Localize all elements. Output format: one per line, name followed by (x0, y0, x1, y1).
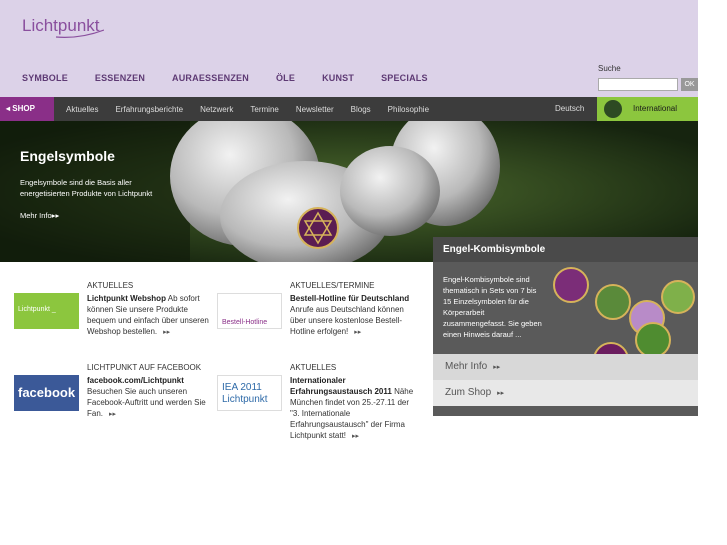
nav-kunst[interactable]: KUNST (322, 73, 354, 83)
subnav-newsletter[interactable]: Newsletter (296, 105, 334, 114)
subnav-erfahrungsberichte[interactable]: Erfahrungsberichte (115, 105, 183, 114)
symbol-spiral-icon (661, 280, 695, 314)
side-title: Engel-Kombisymbole (433, 237, 698, 262)
language-deutsch[interactable]: Deutsch (555, 97, 584, 121)
iea-image[interactable]: IEA 2011 Lichtpunkt (217, 375, 282, 411)
side-bottom-bar (433, 406, 698, 416)
double-arrow-icon: ▸▸ (497, 390, 505, 397)
store-image[interactable]: Lichtpunkt _ STORE (14, 293, 79, 329)
news-head: LICHTPUNKT AUF FACEBOOK (87, 363, 202, 372)
logo-swoosh-icon (56, 29, 104, 38)
international-button[interactable]: International (597, 97, 698, 121)
hotline-image[interactable]: Bestell-Hotline (217, 293, 282, 329)
news-head: AKTUELLES (87, 281, 134, 290)
international-label: International (633, 104, 678, 113)
side-panel: Engel-Kombisymbole Engel-Kombisymbole si… (433, 237, 698, 417)
double-arrow-icon: ▸▸ (51, 211, 60, 220)
symbol-leaf-icon (595, 284, 631, 320)
nav-specials[interactable]: SPECIALS (381, 73, 428, 83)
facebook-image-label: facebook (18, 385, 76, 400)
header: Lichtpunkt SYMBOLE ESSENZEN AURAESSENZEN… (0, 0, 698, 97)
news-title[interactable]: facebook.com/Lichtpunkt (87, 375, 217, 386)
news-title[interactable]: Lichtpunkt Webshop (87, 294, 166, 303)
hotline-image-label: Bestell-Hotline (222, 319, 268, 326)
news-title[interactable]: Internationaler Erfahrungsaustausch 2011 (290, 376, 392, 396)
subnav-termine[interactable]: Termine (250, 105, 278, 114)
news-body: facebook.com/Lichtpunkt Besuchen Sie auch… (87, 375, 217, 420)
shop-tab[interactable]: ◂ SHOP (0, 97, 54, 121)
shop-label: SHOP (12, 104, 35, 113)
side-more-link[interactable]: Mehr Info ▸▸ (433, 354, 698, 380)
subnav-philosophie[interactable]: Philosophie (388, 105, 429, 114)
double-arrow-icon: ▸▸ (493, 364, 501, 371)
store-image-label: Lichtpunkt _ STORE (18, 306, 56, 313)
news-head: AKTUELLES (290, 363, 337, 372)
hero-title: Engelsymbole (20, 148, 115, 164)
side-shop-link[interactable]: Zum Shop ▸▸ (433, 380, 698, 406)
hero-more-link[interactable]: Mehr Info▸▸ (20, 211, 59, 220)
news-text: Anrufe aus Deutschland können über unser… (290, 305, 404, 336)
side-shop-label: Zum Shop (445, 387, 492, 398)
facebook-image[interactable]: facebook (14, 375, 79, 411)
sub-nav: ◂ SHOP Aktuelles Erfahrungsberichte Netz… (0, 97, 698, 121)
news-title[interactable]: Bestell-Hotline für Deutschland (290, 293, 420, 304)
symbol-lips-icon (553, 267, 589, 303)
double-arrow-icon[interactable]: ▸▸ (354, 329, 361, 336)
nav-symbole[interactable]: SYMBOLE (22, 73, 68, 83)
search-label: Suche (598, 64, 621, 73)
main-nav: SYMBOLE ESSENZEN AURAESSENZEN ÖLE KUNST … (22, 73, 455, 83)
subnav-netzwerk[interactable]: Netzwerk (200, 105, 233, 114)
hero-text: Engelsymbole sind die Basis aller energe… (20, 178, 153, 198)
news-item: LICHTPUNKT AUF FACEBOOK facebook faceboo… (14, 363, 214, 418)
globe-icon (604, 100, 622, 118)
subnav-aktuelles[interactable]: Aktuelles (66, 105, 98, 114)
double-arrow-icon[interactable]: ▸▸ (163, 329, 170, 336)
double-arrow-icon[interactable]: ▸▸ (109, 411, 116, 418)
symbol-curl-icon (635, 322, 671, 358)
search-button[interactable]: OK (681, 78, 698, 91)
news-item: AKTUELLES IEA 2011 Lichtpunkt Internatio… (217, 363, 417, 440)
side-body: Engel-Kombisymbole sind thematisch in Se… (433, 262, 698, 378)
double-arrow-icon[interactable]: ▸▸ (352, 433, 359, 440)
news-body: Bestell-Hotline für Deutschland Anrufe au… (290, 293, 420, 338)
nav-oele[interactable]: ÖLE (276, 73, 295, 83)
side-more-label: Mehr Info (445, 361, 488, 372)
nav-auraessenzen[interactable]: AURAESSENZEN (172, 73, 249, 83)
hero-more-label: Mehr Info (20, 211, 52, 220)
news-text: Besuchen Sie auch unseren Facebook-Auftr… (87, 387, 206, 418)
news-item: AKTUELLES/TERMINE Bestell-Hotline Bestel… (217, 281, 417, 336)
news-body: Internationaler Erfahrungsaustausch 2011… (290, 375, 420, 442)
iea-image-label: IEA 2011 Lichtpunkt (222, 382, 268, 405)
nav-essenzen[interactable]: ESSENZEN (95, 73, 145, 83)
search-input[interactable] (598, 78, 678, 91)
news-item: AKTUELLES Lichtpunkt _ STORE Lichtpunkt … (14, 281, 214, 336)
news-head: AKTUELLES/TERMINE (290, 281, 375, 290)
side-text: Engel-Kombisymbole sind thematisch in Se… (443, 275, 542, 339)
subnav-blogs[interactable]: Blogs (351, 105, 371, 114)
news-body: Lichtpunkt Webshop Ab sofort können Sie … (87, 293, 217, 338)
